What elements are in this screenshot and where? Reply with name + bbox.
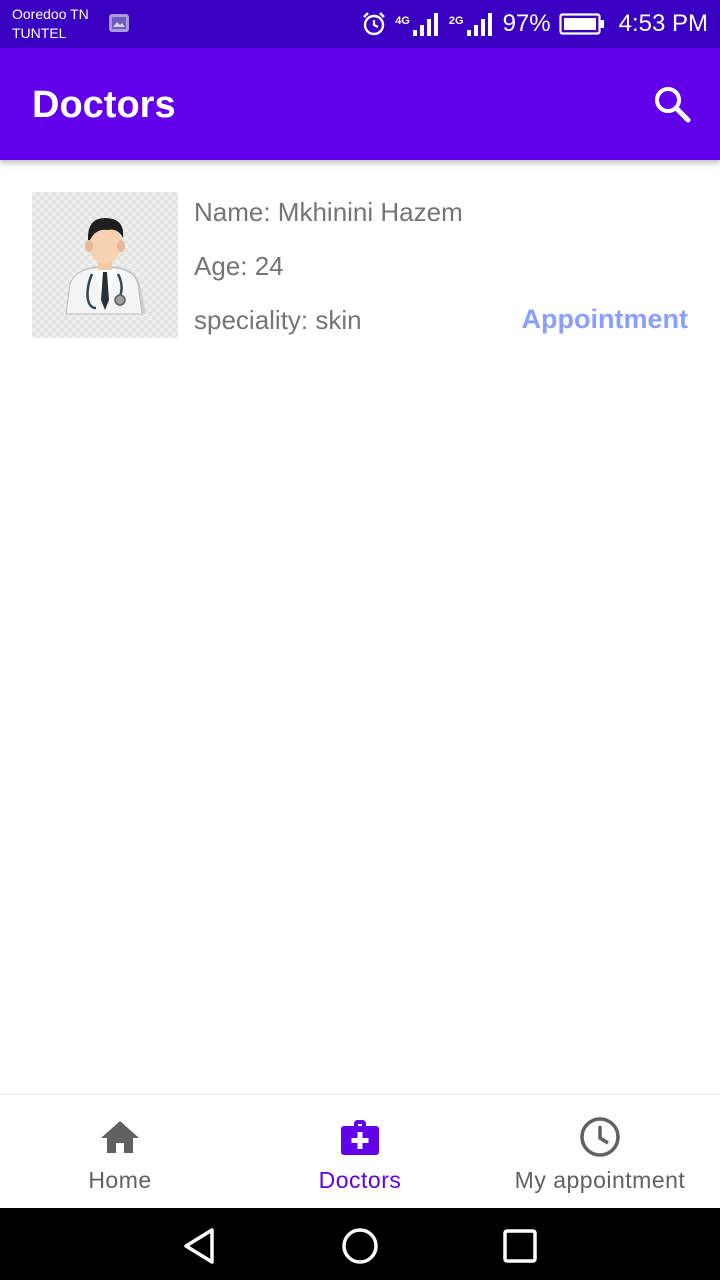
app-bar: Doctors <box>0 48 720 160</box>
appointment-button[interactable]: Appointment <box>522 304 688 335</box>
doctor-avatar <box>32 192 178 338</box>
signal-4g: 4G <box>395 11 441 37</box>
carrier-info: Ooredoo TN TUNTEL <box>12 5 89 43</box>
status-bar: Ooredoo TN TUNTEL 4G 2G 97% 4:53 PM <box>0 0 720 48</box>
status-time: 4:53 PM <box>618 10 708 37</box>
nav-label-my-appointment: My appointment <box>514 1167 686 1193</box>
home-icon <box>101 1121 139 1153</box>
status-indicators: 4G 2G 97% 4:53 PM <box>361 0 708 48</box>
battery-percent: 97% <box>502 10 551 37</box>
recents-icon[interactable] <box>500 1226 540 1266</box>
doctor-age: Age: 24 <box>194 251 284 281</box>
signal-icon <box>466 13 492 36</box>
signal-icon <box>412 13 438 36</box>
alarm-icon <box>363 12 386 36</box>
carrier-name-secondary: TUNTEL <box>12 25 67 41</box>
home-circle-icon[interactable] <box>340 1226 380 1266</box>
network-type-label: 2G <box>448 15 464 27</box>
nav-label-home: Home <box>88 1167 152 1193</box>
nav-item-my-appointment[interactable]: My appointment <box>480 1095 720 1209</box>
battery-icon <box>559 13 604 35</box>
doctor-card[interactable]: Name: Mkhinini Hazem Age: 24 speciality:… <box>32 192 688 338</box>
doctor-avatar-icon <box>65 218 146 315</box>
search-icon[interactable] <box>648 80 698 130</box>
doctor-speciality: speciality: skin <box>194 305 362 335</box>
gallery-icon <box>109 14 129 32</box>
bottom-navigation: Home Doctors My appointment <box>0 1094 720 1209</box>
system-navigation-bar <box>0 1208 720 1280</box>
back-icon[interactable] <box>180 1226 220 1266</box>
doctor-name: Name: Mkhinini Hazem <box>194 197 463 227</box>
clock-icon <box>580 1117 620 1157</box>
network-type-label: 4G <box>395 15 410 27</box>
medical-kit-icon <box>341 1120 379 1155</box>
nav-label-doctors: Doctors <box>318 1167 402 1193</box>
carrier-name-primary: Ooredoo TN <box>12 6 89 22</box>
nav-item-doctors[interactable]: Doctors <box>240 1095 480 1209</box>
page-title: Doctors <box>32 84 176 126</box>
signal-2g: 2G <box>449 11 495 37</box>
nav-item-home[interactable]: Home <box>0 1095 240 1209</box>
